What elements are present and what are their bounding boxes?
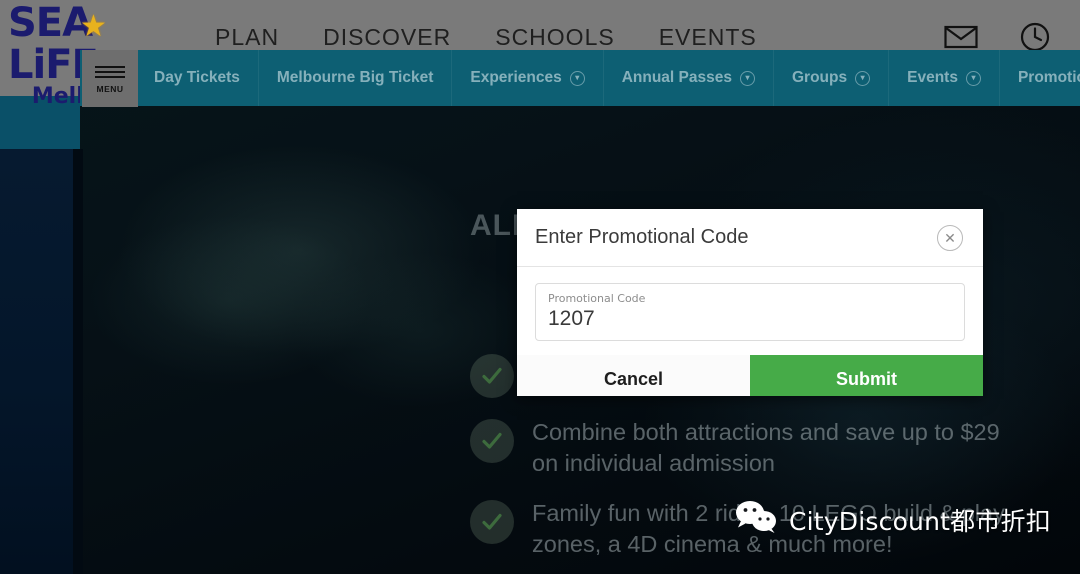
subnav-item-label: Melbourne Big Ticket	[276, 69, 434, 86]
check-circle-icon	[470, 500, 514, 544]
chevron-down-icon: ▾	[855, 70, 871, 86]
menu-button-label: MENU	[96, 84, 124, 94]
check-circle-icon	[470, 419, 514, 463]
left-rail-divider	[73, 149, 83, 574]
subnav-item-label: Promotional Code	[1017, 69, 1080, 86]
star-icon: ★	[80, 10, 107, 43]
list-item: Combine both attractions and save up to …	[470, 417, 1030, 479]
nav-item-events[interactable]: EVENTS	[659, 24, 757, 51]
app-screen: ALL AQUARIUM FLOOR Combine both attracti…	[0, 0, 1080, 574]
secondary-nav: Day Tickets Melbourne Big Ticket Experie…	[80, 50, 1080, 106]
promotional-code-field[interactable]: Promotional Code	[535, 283, 965, 341]
subnav-item-label: Experiences	[470, 69, 562, 86]
promotional-code-dialog: Enter Promotional Code ✕ Promotional Cod…	[517, 209, 983, 396]
wechat-icon	[735, 500, 779, 539]
nav-item-schools[interactable]: SCHOOLS	[495, 24, 614, 51]
dialog-body: Promotional Code	[517, 267, 983, 355]
subnav-item-label: Annual Passes	[621, 69, 732, 86]
subnav-item-annual-passes[interactable]: Annual Passes ▾	[604, 50, 774, 106]
subnav-item-events[interactable]: Events ▾	[889, 50, 1000, 106]
cancel-button[interactable]: Cancel	[517, 355, 750, 396]
subnav-item-experiences[interactable]: Experiences ▾	[452, 50, 604, 106]
hamburger-menu-button[interactable]: MENU	[82, 50, 138, 107]
nav-item-discover[interactable]: DISCOVER	[323, 24, 451, 51]
promotional-code-label: Promotional Code	[548, 292, 646, 305]
subnav-item-label: Events	[907, 69, 958, 86]
dialog-title: Enter Promotional Code	[535, 226, 749, 248]
chevron-down-icon: ▾	[965, 70, 981, 86]
submit-button[interactable]: Submit	[750, 355, 983, 396]
subnav-item-day-tickets[interactable]: Day Tickets	[136, 50, 259, 106]
watermark-label: CityDiscount都市折扣	[789, 506, 1051, 536]
promotional-code-input[interactable]	[548, 307, 952, 331]
dialog-header: Enter Promotional Code ✕	[517, 209, 983, 267]
hamburger-icon	[95, 63, 125, 81]
nav-item-plan[interactable]: PLAN	[215, 24, 279, 51]
clock-icon[interactable]	[1020, 22, 1050, 52]
subnav-item-melbourne-big-ticket[interactable]: Melbourne Big Ticket	[259, 50, 453, 106]
dialog-footer: Cancel Submit	[517, 355, 983, 396]
subnav-item-promotional-code[interactable]: Promotional Code	[1000, 50, 1080, 106]
list-item-label: Combine both attractions and save up to …	[532, 419, 1000, 476]
header-icons	[944, 22, 1050, 52]
close-icon[interactable]: ✕	[937, 224, 963, 251]
mail-icon[interactable]	[944, 25, 978, 49]
subnav-item-groups[interactable]: Groups ▾	[774, 50, 890, 106]
subnav-item-label: Day Tickets	[154, 69, 240, 86]
primary-nav: PLAN DISCOVER SCHOOLS EVENTS	[215, 24, 757, 51]
left-rail-navy-band	[0, 149, 80, 574]
chevron-down-icon: ▾	[739, 70, 755, 86]
watermark: CityDiscount都市折扣	[735, 500, 1051, 539]
check-circle-icon	[470, 354, 514, 398]
subnav-item-label: Groups	[791, 69, 848, 86]
chevron-down-icon: ▾	[569, 70, 585, 86]
